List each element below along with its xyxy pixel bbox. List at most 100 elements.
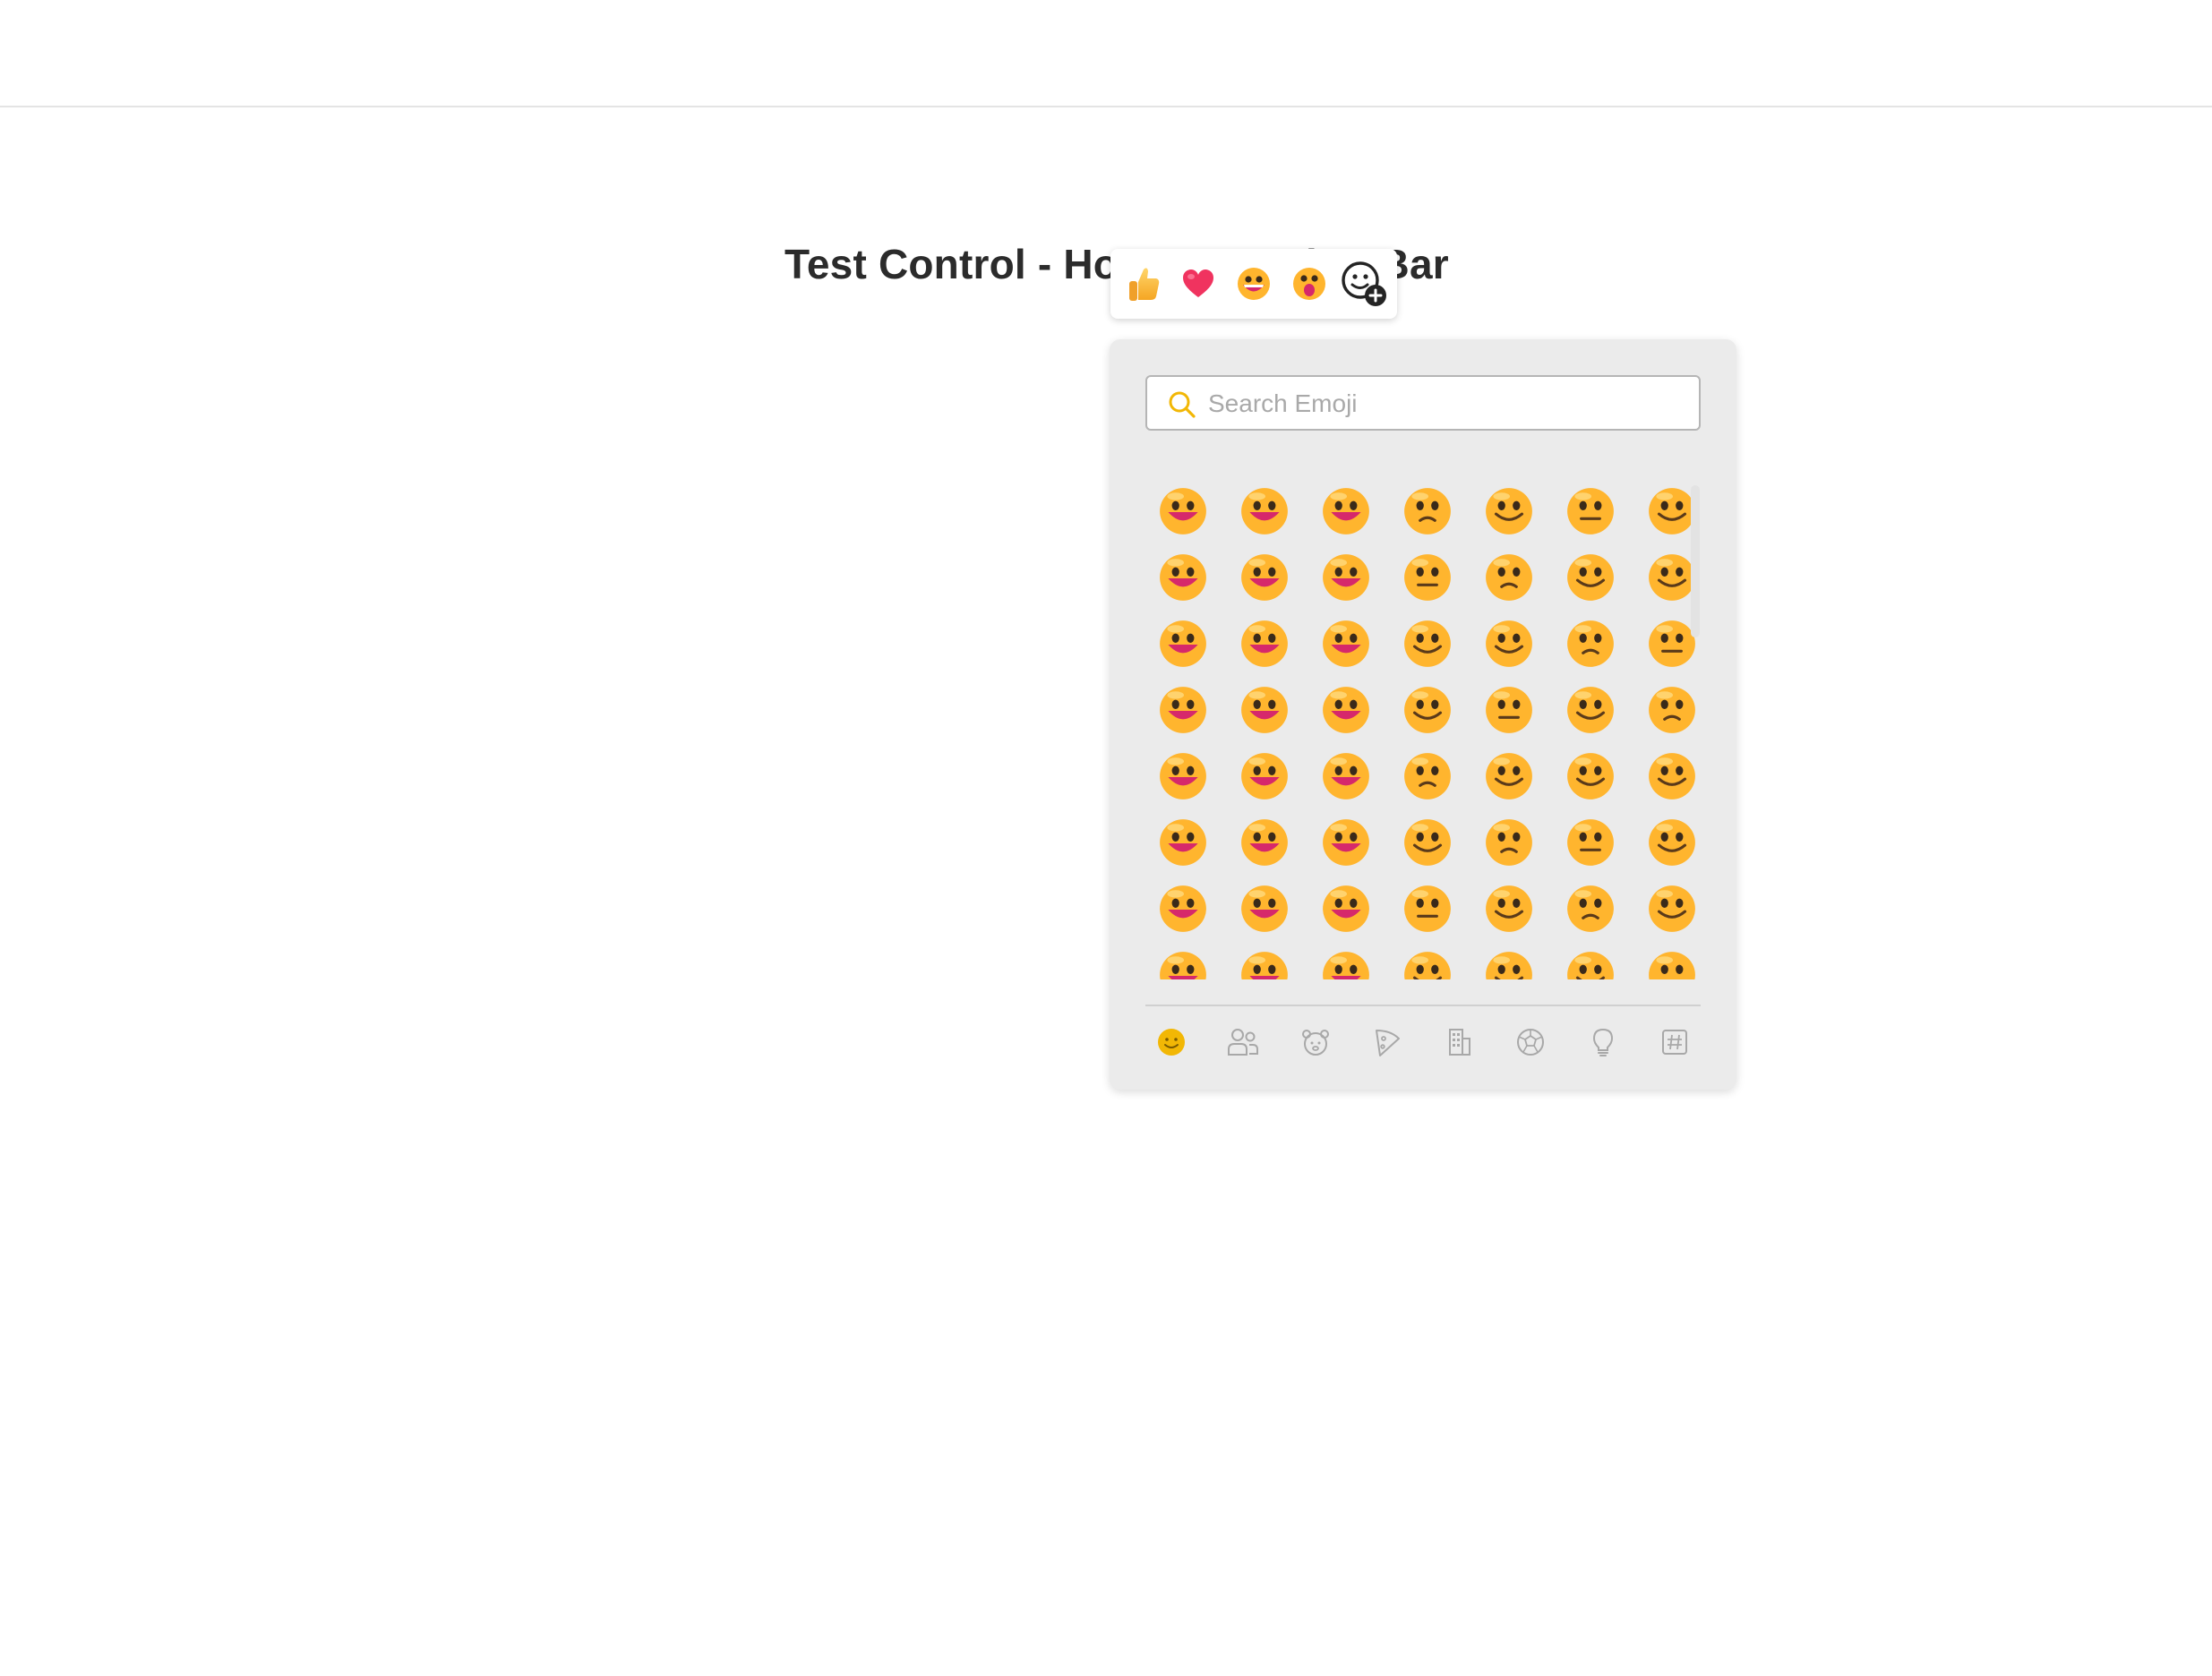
emoji-face-exhaling[interactable] xyxy=(1549,876,1631,942)
emoji-smiling-face-halo[interactable] xyxy=(1631,544,1712,611)
emoji-relieved-face[interactable] xyxy=(1142,942,1223,979)
grinning-face-sweat-icon xyxy=(1566,488,1614,534)
tab-activities[interactable] xyxy=(1505,1020,1556,1065)
emoji-face-savoring-food[interactable] xyxy=(1305,677,1386,743)
grinning-face-emoji-icon xyxy=(1237,268,1270,300)
emoji-kissing-face-smiling-eyes[interactable] xyxy=(1142,677,1223,743)
emoji-lying-face[interactable] xyxy=(1631,876,1712,942)
emoji-grimacing-face[interactable] xyxy=(1468,876,1549,942)
emoji-grinning-face[interactable] xyxy=(1142,478,1223,544)
tab-animals[interactable] xyxy=(1290,1020,1342,1065)
reaction-grinning-button[interactable] xyxy=(1230,259,1277,309)
emoji-smiling-face-tear[interactable] xyxy=(1223,677,1305,743)
emoji-pensive-face[interactable] xyxy=(1223,942,1305,979)
emoji-dotted-line-face[interactable] xyxy=(1631,809,1712,876)
reaction-thumbs-up-button[interactable] xyxy=(1120,259,1167,309)
emoji-face-rolling-eyes[interactable] xyxy=(1386,876,1468,942)
face-peeking-eye-icon xyxy=(1485,753,1532,800)
emoji-face-thermometer[interactable] xyxy=(1631,942,1712,979)
face-in-clouds-icon xyxy=(1159,885,1206,932)
reaction-heart-button[interactable] xyxy=(1175,259,1222,309)
emoji-grinning-face-smiling-eyes[interactable] xyxy=(1305,478,1386,544)
emoji-face-tears-of-joy[interactable] xyxy=(1142,544,1223,611)
emoji-smiling-face-hearts[interactable] xyxy=(1142,611,1223,677)
emoji-face-hand-over-mouth[interactable] xyxy=(1305,743,1386,809)
emoji-shushing-face[interactable] xyxy=(1549,743,1631,809)
lightbulb-icon xyxy=(1592,1028,1613,1056)
face-open-eyes-hand-over-mouth-icon xyxy=(1403,753,1451,800)
drooling-face-icon xyxy=(1403,952,1451,979)
upside-down-face-icon xyxy=(1322,554,1369,601)
emoji-unamused-face[interactable] xyxy=(1305,876,1386,942)
tab-places[interactable] xyxy=(1433,1020,1485,1065)
emoji-face-peeking-eye[interactable] xyxy=(1468,743,1549,809)
emoji-money-mouth-face[interactable] xyxy=(1142,743,1223,809)
tab-people[interactable] xyxy=(1217,1020,1269,1065)
emoji-grinning-face-sweat[interactable] xyxy=(1549,478,1631,544)
emoji-upside-down-face[interactable] xyxy=(1305,544,1386,611)
lying-face-icon xyxy=(1648,885,1695,932)
emoji-face-in-clouds[interactable] xyxy=(1142,876,1223,942)
emoji-neutral-face[interactable] xyxy=(1386,809,1468,876)
emoji-winking-face-tongue[interactable] xyxy=(1468,677,1549,743)
smiling-face-icon xyxy=(1566,620,1614,667)
add-reaction-button[interactable] xyxy=(1341,259,1387,309)
winking-face-tongue-icon xyxy=(1485,687,1532,733)
emoji-sleeping-face[interactable] xyxy=(1468,942,1549,979)
emoji-face-medical-mask[interactable] xyxy=(1549,942,1631,979)
people-icon xyxy=(1228,1029,1259,1056)
tab-food[interactable] xyxy=(1361,1020,1413,1065)
emoji-face-blowing-kiss[interactable] xyxy=(1386,611,1468,677)
expressionless-face-icon xyxy=(1485,819,1532,866)
emoji-grid-viewport[interactable] xyxy=(1142,478,1715,979)
emoji-zany-face[interactable] xyxy=(1549,677,1631,743)
emoji-expressionless-face[interactable] xyxy=(1468,809,1549,876)
face-blowing-kiss-icon xyxy=(1403,620,1451,667)
emoji-smiling-face-smiling-eyes[interactable] xyxy=(1549,544,1631,611)
emoji-zipper-mouth-face[interactable] xyxy=(1223,809,1305,876)
emoji-slightly-smiling-face[interactable] xyxy=(1223,544,1305,611)
pizza-icon xyxy=(1375,1030,1400,1056)
open-mouth-face-emoji-icon xyxy=(1292,268,1325,300)
sleeping-face-icon xyxy=(1485,952,1532,979)
kissing-face-closed-eyes-icon xyxy=(1648,620,1695,667)
emoji-face-without-mouth[interactable] xyxy=(1549,809,1631,876)
emoji-face-with-tongue[interactable] xyxy=(1386,677,1468,743)
relieved-face-icon xyxy=(1159,952,1206,979)
tab-smileys[interactable] xyxy=(1145,1020,1197,1065)
tab-objects[interactable] xyxy=(1577,1020,1629,1065)
emoji-grinning-face-big-eyes[interactable] xyxy=(1223,478,1305,544)
emoji-squinting-face-tongue[interactable] xyxy=(1631,677,1712,743)
emoji-smirking-face[interactable] xyxy=(1223,876,1305,942)
search-input[interactable] xyxy=(1206,384,1693,423)
emoji-face-open-eyes-hand-over-mouth[interactable] xyxy=(1386,743,1468,809)
search-box[interactable] xyxy=(1145,375,1701,431)
emoji-kissing-face-closed-eyes[interactable] xyxy=(1631,611,1712,677)
emoji-beaming-face[interactable] xyxy=(1386,478,1468,544)
emoji-winking-face[interactable] xyxy=(1468,544,1549,611)
smiling-face-tear-icon xyxy=(1240,687,1288,733)
tab-symbols[interactable] xyxy=(1649,1020,1701,1065)
grinning-face-icon xyxy=(1159,488,1206,534)
emoji-rolling-on-floor-laughing[interactable] xyxy=(1631,478,1712,544)
emoji-kissing-face[interactable] xyxy=(1468,611,1549,677)
emoji-face-raised-eyebrow[interactable] xyxy=(1305,809,1386,876)
reaction-surprised-button[interactable] xyxy=(1286,259,1333,309)
divider xyxy=(1145,1005,1701,1006)
emoji-star-struck[interactable] xyxy=(1305,611,1386,677)
slightly-smiling-face-icon xyxy=(1240,554,1288,601)
emoji-smiling-face-heart-eyes[interactable] xyxy=(1223,611,1305,677)
face-hand-over-mouth-icon xyxy=(1322,753,1369,800)
animal-icon xyxy=(1301,1030,1329,1056)
star-struck-icon xyxy=(1322,620,1369,667)
emoji-smiling-face[interactable] xyxy=(1549,611,1631,677)
emoji-grinning-squinting-face[interactable] xyxy=(1468,478,1549,544)
emoji-saluting-face[interactable] xyxy=(1142,809,1223,876)
face-rolling-eyes-icon xyxy=(1403,885,1451,932)
scrollbar-thumb[interactable] xyxy=(1691,485,1700,637)
emoji-melting-face[interactable] xyxy=(1386,544,1468,611)
emoji-thinking-face[interactable] xyxy=(1631,743,1712,809)
emoji-sleepy-face[interactable] xyxy=(1305,942,1386,979)
emoji-hugging-face[interactable] xyxy=(1223,743,1305,809)
emoji-drooling-face[interactable] xyxy=(1386,942,1468,979)
